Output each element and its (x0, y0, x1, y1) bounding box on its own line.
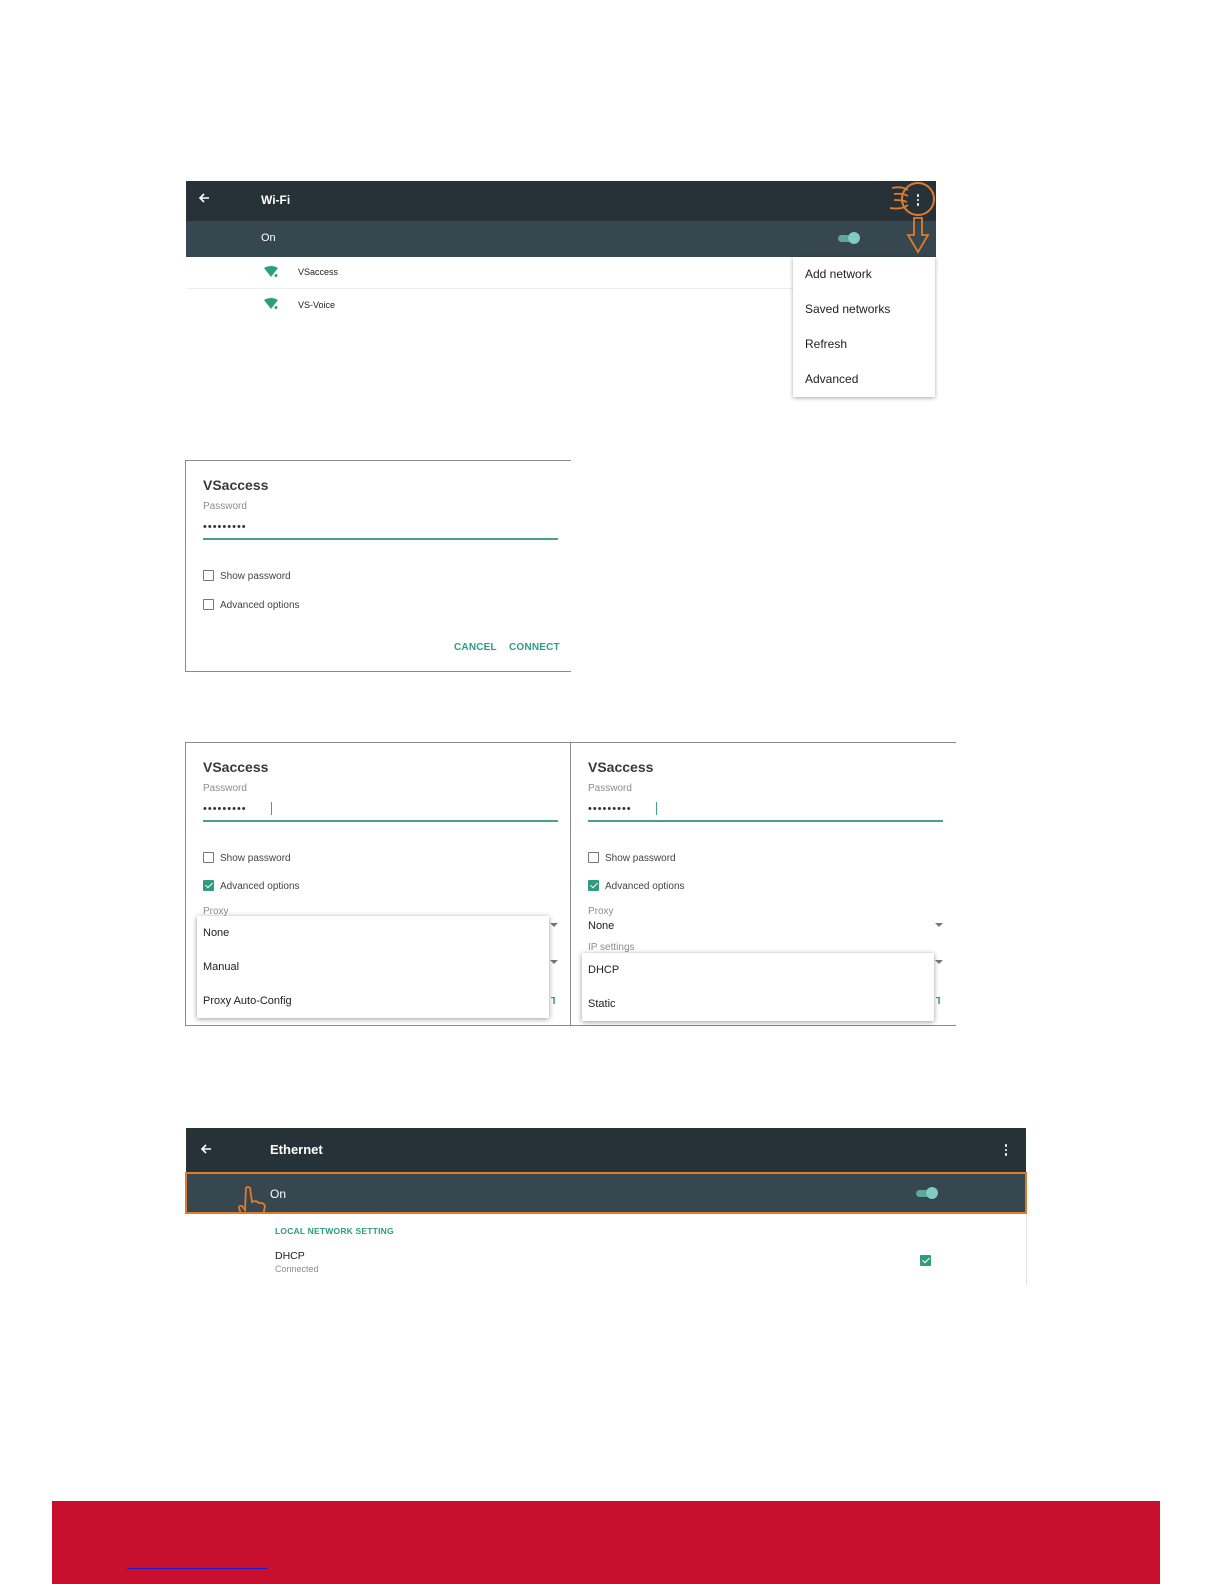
dialog-title: VSaccess (588, 759, 654, 775)
password-dialog: VSaccess Password ••••••••• Show passwor… (185, 460, 571, 672)
ip-option-dhcp[interactable]: DHCP (588, 964, 619, 976)
network-name: VSaccess (298, 267, 339, 277)
password-label: Password (203, 501, 247, 512)
text-cursor (271, 802, 272, 815)
wifi-status-bar[interactable]: On (186, 221, 936, 257)
ethernet-status-label: On (270, 1187, 287, 1201)
advanced-options-label: Advanced options (220, 600, 300, 611)
dhcp-status: Connected (275, 1264, 319, 1274)
page-title: Wi-Fi (261, 193, 291, 207)
password-input[interactable]: ••••••••• (203, 803, 247, 815)
ethernet-settings-list: LOCAL NETWORK SETTING DHCP Connected (186, 1214, 1027, 1286)
password-label: Password (203, 783, 247, 794)
wifi-status-label: On (261, 232, 276, 244)
wifi-icon (264, 298, 278, 309)
text-cursor (656, 802, 657, 815)
network-row[interactable]: VSaccess (186, 257, 794, 289)
dhcp-checkbox[interactable] (920, 1255, 931, 1266)
connect-button-partial[interactable]: T (936, 996, 940, 1006)
dropdown-caret-icon[interactable] (550, 960, 558, 964)
show-password-label: Show password (220, 853, 291, 864)
proxy-dropdown-list: None Manual Proxy Auto-Config (197, 916, 549, 1018)
advanced-options-checkbox[interactable] (203, 880, 214, 891)
menu-item-refresh[interactable]: Refresh (805, 337, 847, 351)
menu-item-add-network[interactable]: Add network (805, 267, 872, 281)
show-password-checkbox[interactable] (203, 570, 214, 581)
proxy-select-value[interactable]: None (588, 920, 614, 932)
page-footer-band (52, 1501, 1160, 1584)
ip-settings-dropdown-list: DHCP Static (582, 953, 934, 1021)
dhcp-setting-row[interactable]: DHCP Connected (186, 1246, 1026, 1284)
password-underline (203, 820, 558, 822)
ethernet-toggle-switch[interactable] (916, 1187, 938, 1199)
back-arrow-icon[interactable] (198, 191, 210, 208)
show-password-checkbox[interactable] (203, 852, 214, 863)
section-header: LOCAL NETWORK SETTING (275, 1226, 394, 1236)
advanced-options-checkbox[interactable] (588, 880, 599, 891)
wifi-app-bar: Wi-Fi (186, 181, 936, 221)
annotation-overlay (889, 182, 935, 254)
menu-item-saved-networks[interactable]: Saved networks (805, 302, 890, 316)
advanced-options-label: Advanced options (605, 881, 685, 892)
password-label: Password (588, 783, 632, 794)
password-underline (588, 820, 943, 822)
menu-item-advanced[interactable]: Advanced (805, 372, 858, 386)
connect-button[interactable]: CONNECT (509, 642, 560, 653)
ip-option-static[interactable]: Static (588, 998, 616, 1010)
proxy-option-none[interactable]: None (203, 927, 229, 939)
connect-button-partial[interactable]: T (551, 996, 555, 1006)
ip-settings-label: IP settings (588, 942, 635, 953)
cancel-button[interactable]: CANCEL (454, 642, 497, 653)
network-name: VS-Voice (298, 300, 336, 310)
ethernet-status-bar[interactable]: On (185, 1172, 1027, 1214)
password-input[interactable]: ••••••••• (588, 803, 632, 815)
network-row[interactable]: VS-Voice (186, 289, 794, 321)
dropdown-caret-icon[interactable] (935, 923, 943, 927)
password-underline (203, 538, 558, 540)
show-password-checkbox[interactable] (588, 852, 599, 863)
proxy-option-manual[interactable]: Manual (203, 961, 239, 973)
advanced-options-label: Advanced options (220, 881, 300, 892)
password-input[interactable]: ••••••••• (203, 521, 247, 533)
footer-link-underline[interactable] (127, 1568, 267, 1569)
dialog-title: VSaccess (203, 759, 269, 775)
wifi-icon (264, 266, 278, 277)
proxy-label: Proxy (588, 906, 614, 917)
arrow-down-icon (906, 217, 930, 254)
show-password-label: Show password (220, 571, 291, 582)
wifi-toggle-switch[interactable] (838, 232, 860, 244)
dropdown-caret-icon[interactable] (935, 960, 943, 964)
more-vert-icon[interactable] (999, 1143, 1013, 1157)
advanced-options-checkbox[interactable] (203, 599, 214, 610)
dhcp-title: DHCP (275, 1250, 305, 1262)
show-password-label: Show password (605, 853, 676, 864)
ethernet-app-bar: Ethernet (186, 1128, 1026, 1172)
overflow-menu: Add network Saved networks Refresh Advan… (793, 257, 935, 397)
dialog-title: VSaccess (203, 477, 269, 493)
back-arrow-icon[interactable] (200, 1142, 212, 1159)
page-title: Ethernet (270, 1142, 323, 1157)
proxy-option-auto-config[interactable]: Proxy Auto-Config (203, 995, 292, 1007)
dropdown-caret-icon[interactable] (550, 923, 558, 927)
network-list: VSaccess VS-Voice (186, 257, 794, 323)
